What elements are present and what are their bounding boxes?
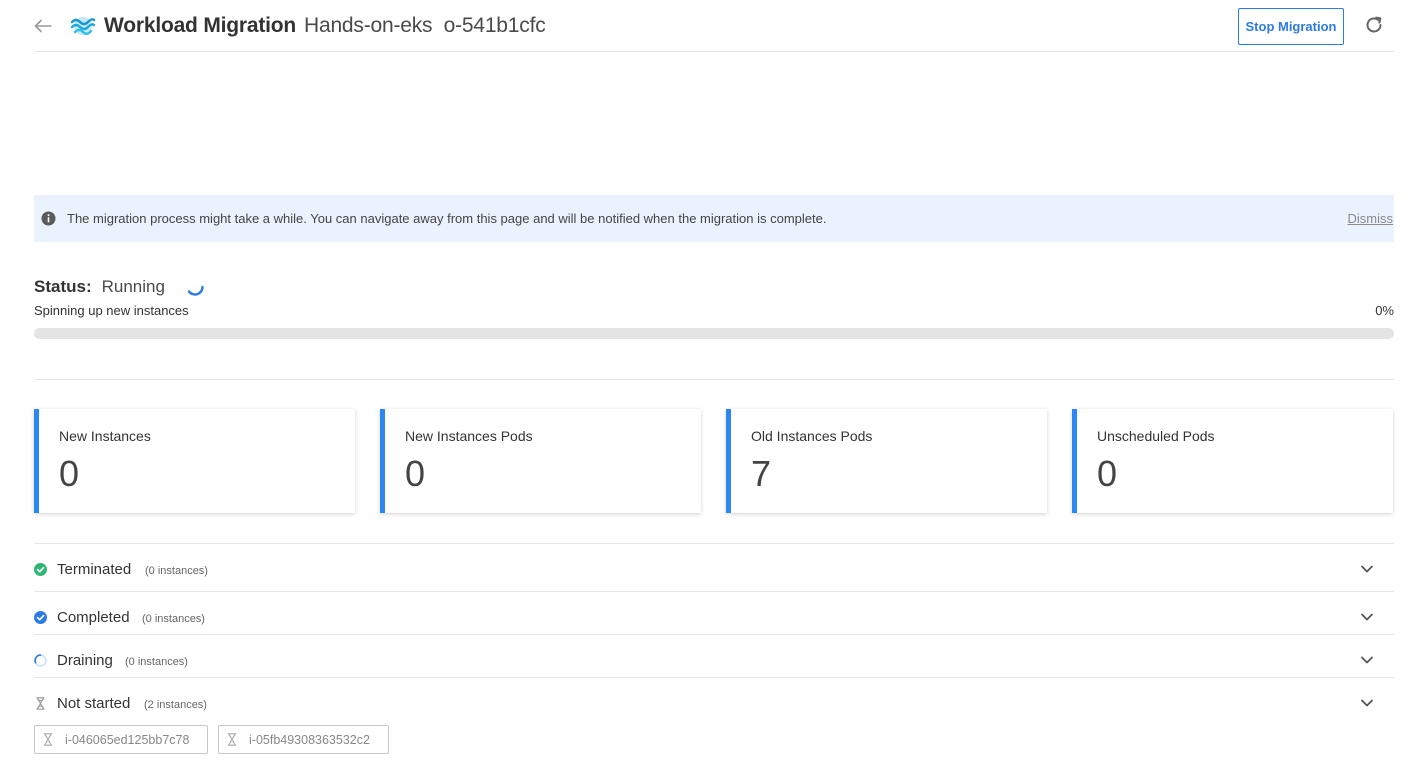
cluster-subtitle: Hands-on-eks o-541b1cfc [304,14,546,37]
banner-message: The migration process might take a while… [67,211,827,226]
check-circle-green-icon [34,563,47,576]
page-header: Workload Migration Hands-on-eks o-541b1c… [34,0,1394,52]
group-title: Draining [57,652,113,669]
instance-chip[interactable]: i-046065ed125bb7c78 [34,725,208,754]
chevron-down-icon[interactable] [1360,610,1374,624]
page-title: Workload Migration [104,14,297,37]
status-label: Status: [34,277,92,296]
card-label: New Instances [59,428,151,444]
progress-bar [34,328,1394,339]
hourglass-icon [44,733,52,746]
instance-id: i-05fb49308363532c2 [249,732,370,747]
card-value: 0 [59,453,80,494]
stop-migration-button[interactable]: Stop Migration [1238,8,1344,45]
waves-logo-icon [70,14,96,38]
card-unscheduled-pods: Unscheduled Pods 0 [1072,409,1393,513]
instance-chip[interactable]: i-05fb49308363532c2 [218,725,389,754]
card-value: 7 [751,453,772,494]
dismiss-link[interactable]: Dismiss [1348,211,1394,226]
card-label: Old Instances Pods [751,428,873,444]
hourglass-icon [36,697,45,710]
group-title: Not started [57,695,131,712]
card-value: 0 [1097,453,1118,494]
hourglass-icon [228,733,236,746]
instance-id: i-046065ed125bb7c78 [65,732,190,747]
group-count: (0 instances) [125,656,188,668]
progress-percent: 0% [1375,303,1394,318]
group-count: (0 instances) [142,613,205,625]
card-label: Unscheduled Pods [1097,428,1215,444]
back-button[interactable] [34,14,54,38]
info-banner: The migration process might take a while… [34,195,1394,242]
card-old-instances-pods: Old Instances Pods 7 [726,409,1047,513]
group-title: Terminated [57,561,132,578]
group-title: Completed [57,609,130,626]
check-circle-blue-icon [34,611,47,624]
info-icon [41,211,56,226]
group-not-started[interactable]: Not started (2 instances) [34,677,1394,720]
group-count: (2 instances) [144,699,207,711]
refresh-button[interactable] [1364,15,1386,37]
chevron-down-icon[interactable] [1360,696,1374,710]
card-value: 0 [405,453,426,494]
arrow-left-icon [34,19,52,33]
status-value: Running [101,277,165,296]
chevron-down-icon[interactable] [1360,653,1374,667]
card-label: New Instances Pods [405,428,533,444]
group-draining[interactable]: Draining (0 instances) [34,634,1394,677]
group-terminated[interactable]: Terminated (0 instances) [34,543,1394,586]
card-new-instances-pods: New Instances Pods 0 [380,409,701,513]
status-phase: Spinning up new instances [34,303,189,318]
loading-spinner-icon [187,285,204,296]
status-row: Status: Running [34,275,205,299]
chevron-down-icon[interactable] [1360,562,1374,576]
draining-spinner-icon [34,654,47,667]
card-new-instances: New Instances 0 [34,409,355,513]
summary-cards: New Instances 0 New Instances Pods 0 Old… [34,409,1394,513]
group-count: (0 instances) [145,565,208,577]
refresh-icon [1366,16,1382,33]
group-completed[interactable]: Completed (0 instances) [34,591,1394,634]
section-divider [34,379,1394,380]
